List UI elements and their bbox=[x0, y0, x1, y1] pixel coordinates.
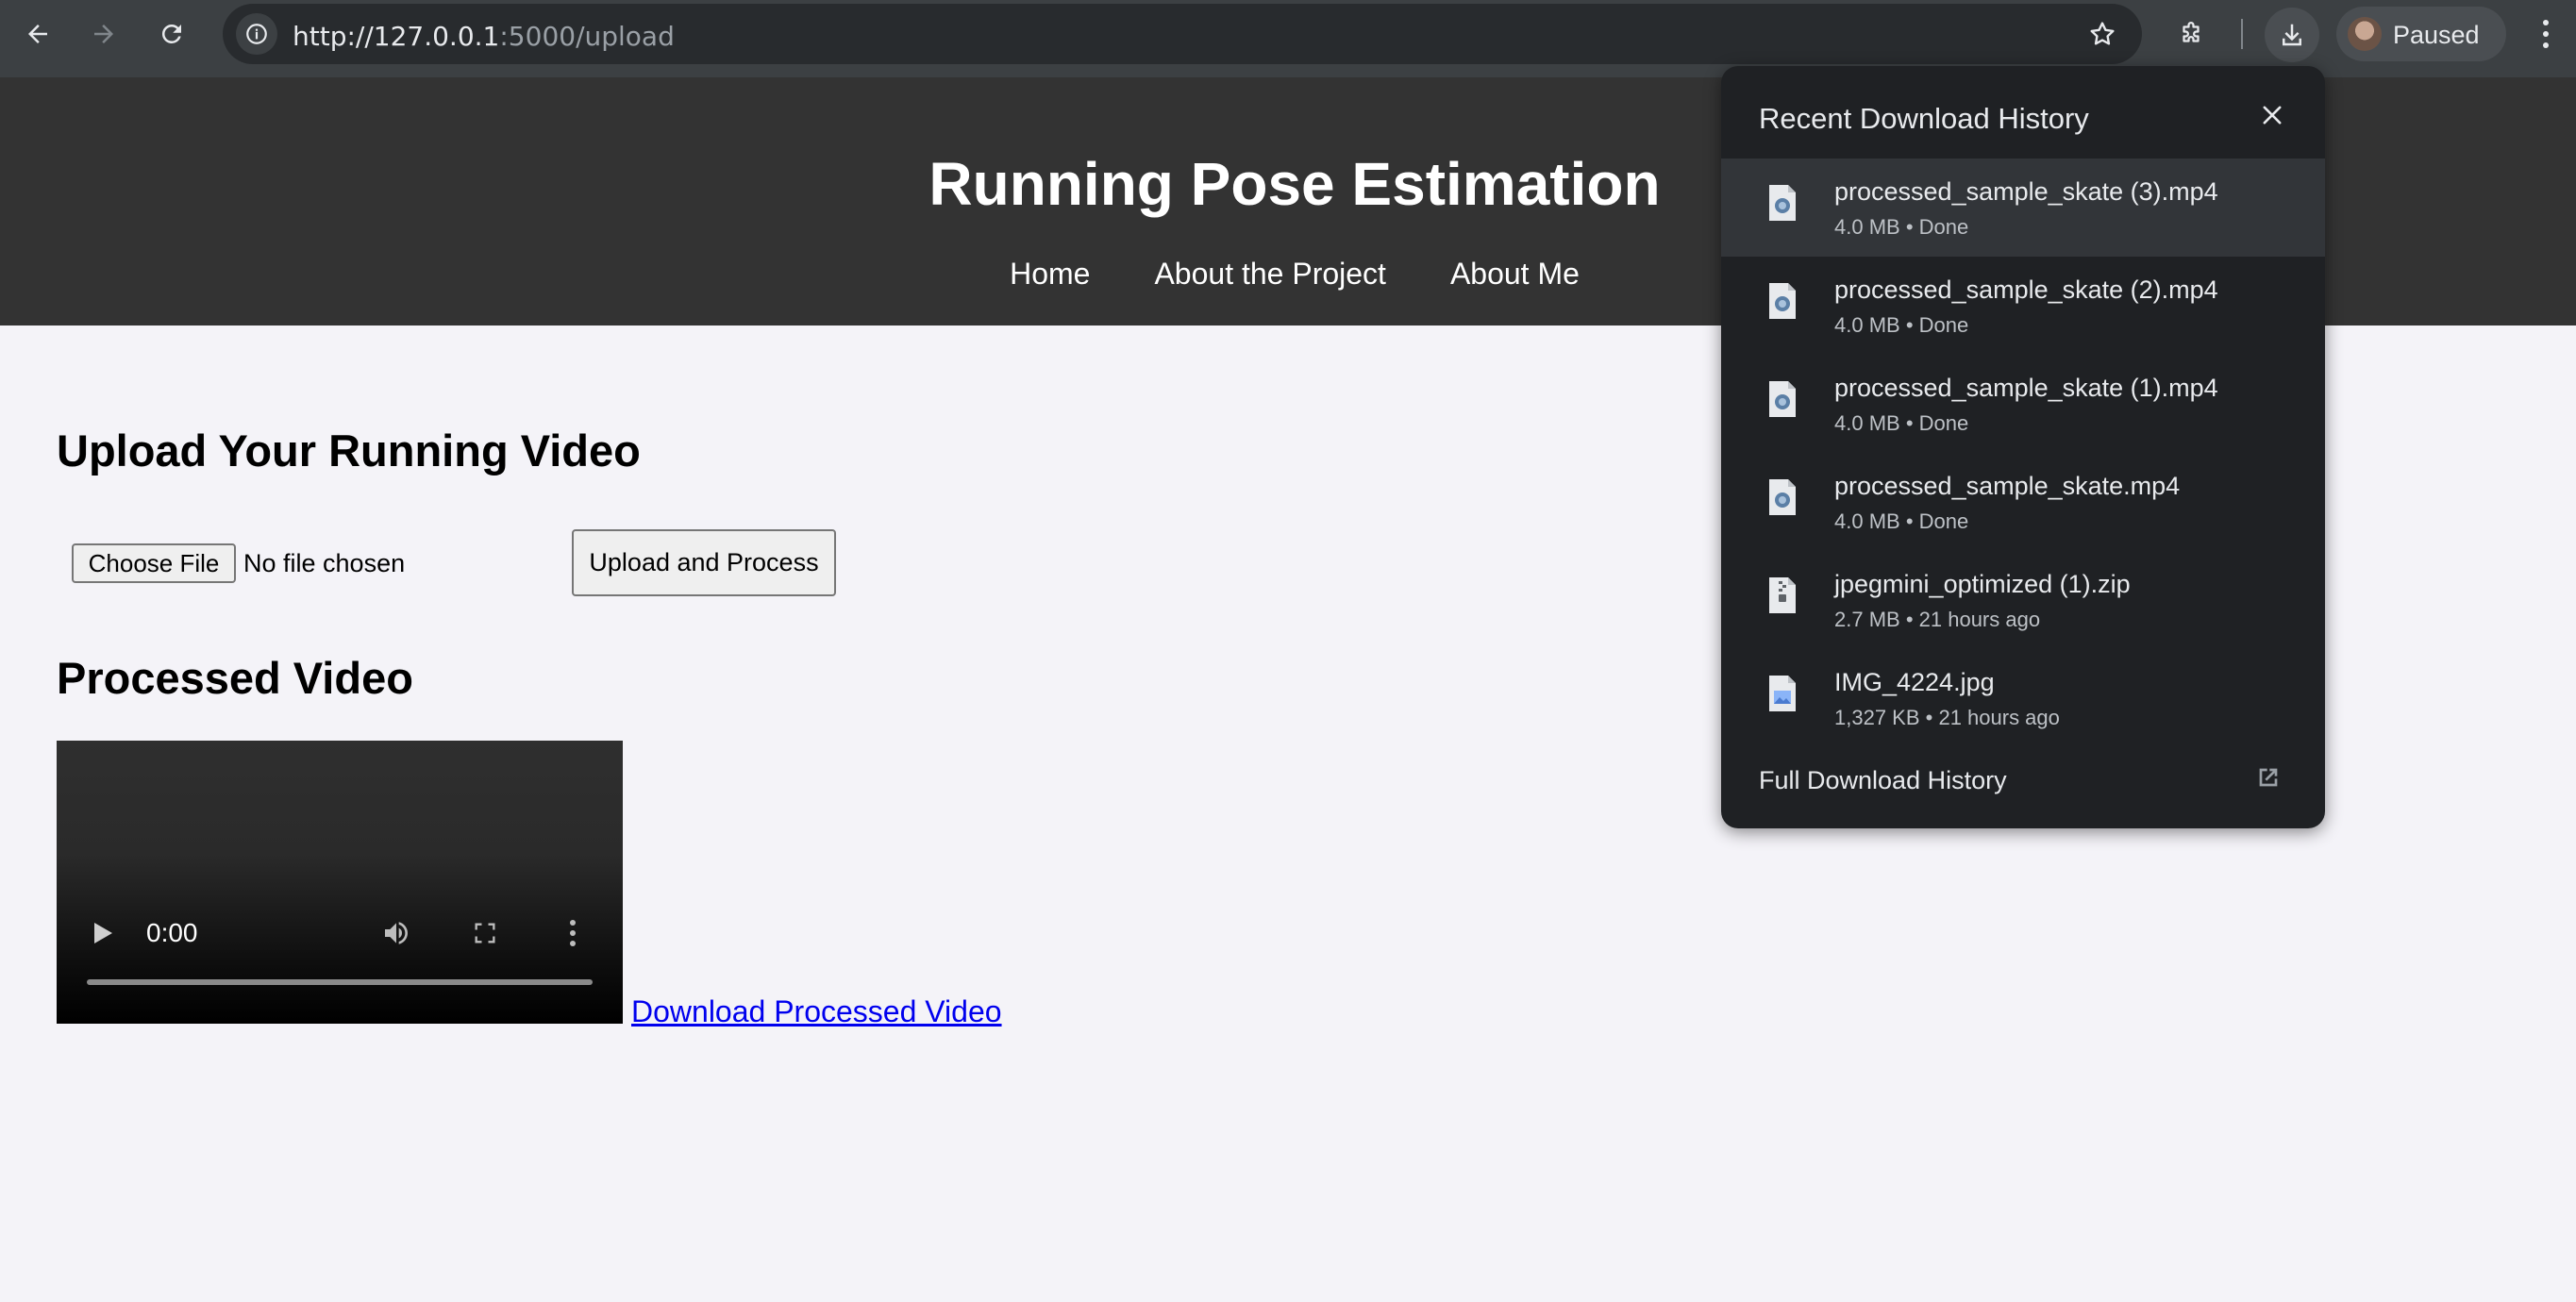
video-player[interactable]: 0:00 bbox=[57, 741, 623, 1024]
download-item-meta: 4.0 MB • Done bbox=[1834, 509, 1968, 534]
download-item[interactable]: processed_sample_skate.mp4 4.0 MB • Done bbox=[1721, 453, 2325, 551]
choose-file-button[interactable]: Choose File bbox=[72, 543, 236, 583]
forward-button[interactable] bbox=[79, 9, 128, 58]
download-item-name: processed_sample_skate.mp4 bbox=[1834, 472, 2181, 500]
open-external-icon[interactable] bbox=[2253, 762, 2283, 793]
upload-heading: Upload Your Running Video bbox=[57, 426, 641, 476]
profile-status-label: Paused bbox=[2393, 21, 2480, 49]
video-file-icon bbox=[1769, 283, 1796, 319]
browser-menu-icon[interactable] bbox=[2536, 13, 2555, 55]
download-item-name: processed_sample_skate (1).mp4 bbox=[1834, 374, 2218, 402]
zip-file-icon bbox=[1769, 577, 1796, 613]
meta-separator: • bbox=[1919, 706, 1939, 729]
back-arrow-icon bbox=[28, 25, 47, 43]
toolbar-divider bbox=[2241, 19, 2243, 49]
downloads-button[interactable] bbox=[2265, 8, 2319, 62]
upload-and-process-button[interactable]: Upload and Process bbox=[572, 529, 836, 596]
video-file-icon bbox=[1769, 479, 1796, 515]
download-item-meta: 2.7 MB • 21 hours ago bbox=[1834, 608, 2040, 632]
downloads-popup-title: Recent Download History bbox=[1759, 102, 2089, 135]
download-item-size: 4.0 MB bbox=[1834, 411, 1900, 435]
close-icon[interactable] bbox=[2259, 102, 2285, 128]
video-more-options-icon[interactable] bbox=[568, 918, 577, 948]
url-host: http://127.0.0.1 bbox=[293, 21, 500, 52]
volume-icon[interactable] bbox=[380, 918, 412, 948]
download-item-name: jpegmini_optimized (1).zip bbox=[1834, 570, 2131, 598]
download-icon bbox=[2283, 24, 2301, 46]
bookmark-star-icon[interactable] bbox=[2087, 19, 2117, 49]
download-item-status: 21 hours ago bbox=[1918, 608, 2041, 631]
download-item-status: 21 hours ago bbox=[1938, 706, 2060, 729]
download-item-meta: 4.0 MB • Done bbox=[1834, 313, 1968, 338]
extensions-button[interactable] bbox=[2166, 9, 2216, 58]
site-info-icon[interactable] bbox=[236, 13, 277, 55]
download-item-size: 4.0 MB bbox=[1834, 313, 1900, 337]
video-progress-bar[interactable] bbox=[87, 979, 593, 985]
meta-separator: • bbox=[1899, 411, 1919, 435]
url-text[interactable]: http://127.0.0.1:5000/upload bbox=[293, 21, 675, 52]
download-item-meta: 4.0 MB • Done bbox=[1834, 411, 1968, 436]
meta-separator: • bbox=[1899, 313, 1919, 337]
meta-separator: • bbox=[1899, 509, 1919, 533]
nav-about-me[interactable]: About Me bbox=[1450, 257, 1580, 292]
download-processed-video-link[interactable]: Download Processed Video bbox=[631, 994, 1002, 1029]
downloads-popup: Recent Download History processed_sample… bbox=[1721, 66, 2325, 828]
browser-toolbar: http://127.0.0.1:5000/upload Paused bbox=[0, 0, 2576, 68]
processed-heading: Processed Video bbox=[57, 653, 413, 703]
url-path: :5000/upload bbox=[499, 21, 675, 52]
download-item-status: Done bbox=[1918, 411, 1969, 435]
download-item[interactable]: processed_sample_skate (2).mp4 4.0 MB • D… bbox=[1721, 257, 2325, 355]
address-bar[interactable]: http://127.0.0.1:5000/upload bbox=[223, 4, 2142, 64]
fullscreen-icon[interactable] bbox=[472, 920, 498, 946]
file-status-text: No file chosen bbox=[243, 549, 406, 577]
back-button[interactable] bbox=[13, 9, 62, 58]
download-item-size: 1,327 KB bbox=[1834, 706, 1920, 729]
play-icon[interactable] bbox=[91, 920, 115, 946]
reload-button[interactable] bbox=[147, 9, 196, 58]
image-file-icon bbox=[1769, 676, 1796, 711]
download-item[interactable]: processed_sample_skate (3).mp4 4.0 MB • D… bbox=[1721, 159, 2325, 257]
full-download-history-link[interactable]: Full Download History bbox=[1759, 766, 2007, 795]
nav-about-project[interactable]: About the Project bbox=[1154, 257, 1385, 292]
profile-button[interactable]: Paused bbox=[2336, 7, 2506, 61]
reload-icon bbox=[161, 24, 181, 43]
download-item[interactable]: processed_sample_skate (1).mp4 4.0 MB • D… bbox=[1721, 355, 2325, 453]
download-item-name: processed_sample_skate (3).mp4 bbox=[1834, 177, 2218, 206]
download-item[interactable]: jpegmini_optimized (1).zip 2.7 MB • 21 ho… bbox=[1721, 551, 2325, 649]
meta-separator: • bbox=[1899, 215, 1919, 239]
download-item-size: 2.7 MB bbox=[1834, 608, 1900, 631]
download-item-meta: 4.0 MB • Done bbox=[1834, 215, 1968, 240]
avatar bbox=[2348, 17, 2382, 51]
video-time: 0:00 bbox=[146, 918, 198, 947]
download-item-name: processed_sample_skate (2).mp4 bbox=[1834, 275, 2218, 304]
download-item-name: IMG_4224.jpg bbox=[1834, 668, 1995, 696]
download-item-status: Done bbox=[1918, 313, 1969, 337]
forward-arrow-icon bbox=[94, 25, 113, 43]
video-file-icon bbox=[1769, 185, 1796, 221]
nav-home[interactable]: Home bbox=[1010, 257, 1090, 292]
puzzle-icon bbox=[2183, 22, 2200, 42]
download-item[interactable]: IMG_4224.jpg 1,327 KB • 21 hours ago bbox=[1721, 649, 2325, 747]
video-file-icon bbox=[1769, 381, 1796, 417]
download-item-status: Done bbox=[1918, 509, 1969, 533]
download-item-status: Done bbox=[1918, 215, 1969, 239]
download-item-size: 4.0 MB bbox=[1834, 509, 1900, 533]
download-item-meta: 1,327 KB • 21 hours ago bbox=[1834, 706, 2060, 730]
download-item-size: 4.0 MB bbox=[1834, 215, 1900, 239]
meta-separator: • bbox=[1899, 608, 1919, 631]
